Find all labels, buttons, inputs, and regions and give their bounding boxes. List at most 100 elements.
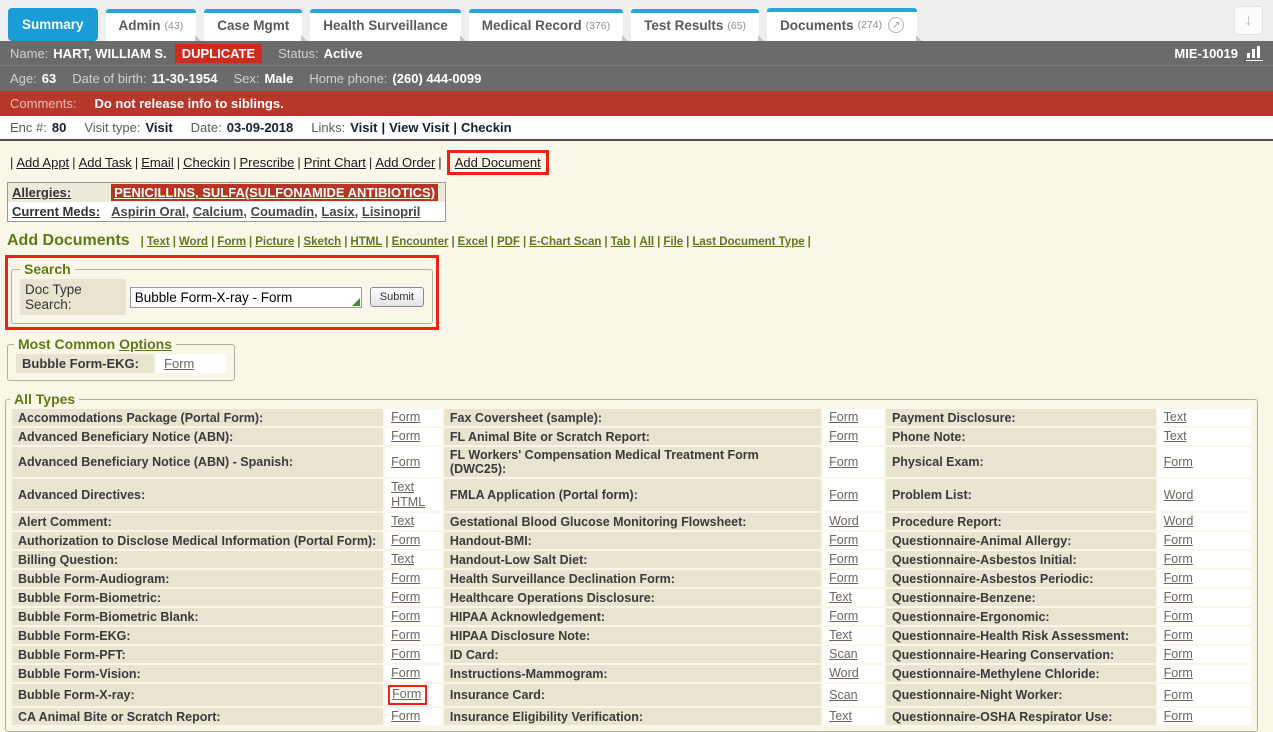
action-link-add-appt[interactable]: Add Appt	[16, 155, 69, 170]
doc-link-instructions-mammogram-word[interactable]: Word	[829, 666, 859, 680]
flowchart-link[interactable]	[1246, 45, 1263, 61]
med-link-lisinopril[interactable]: Lisinopril	[362, 204, 421, 219]
options-link[interactable]: Options	[119, 336, 172, 352]
action-link-add-document[interactable]: Add Document	[455, 155, 541, 170]
doc-link-bubble-form-pft-form[interactable]: Form	[391, 647, 420, 661]
doc-link-bubble-form-biometric-blank-form[interactable]: Form	[391, 609, 420, 623]
med-link-aspirin-oral[interactable]: Aspirin Oral	[111, 204, 185, 219]
new-doc-link-last-document-type[interactable]: Last Document Type	[692, 236, 804, 248]
doc-type-links: Form	[1158, 627, 1251, 644]
new-doc-link-pdf[interactable]: PDF	[497, 236, 520, 248]
doc-link-id-card-scan[interactable]: Scan	[829, 647, 858, 661]
allergy-list-link[interactable]: PENICILLINS, SULFA(SULFONAMIDE ANTIBIOTI…	[111, 184, 438, 201]
tab-admin[interactable]: Admin(43)	[106, 9, 197, 41]
doc-link-bubble-form-ekg-form[interactable]: Form	[391, 628, 420, 642]
doc-link-alert-comment-text[interactable]: Text	[391, 514, 414, 528]
doc-link-insurance-eligibility-verification-text[interactable]: Text	[829, 709, 852, 723]
doc-type-search-input[interactable]	[130, 287, 362, 308]
doc-link-fl-animal-bite-or-scratch-report-form[interactable]: Form	[829, 429, 858, 443]
new-doc-link-picture[interactable]: Picture	[255, 236, 294, 248]
doc-link-insurance-card-scan[interactable]: Scan	[829, 688, 858, 702]
doc-link-advanced-beneficiary-notice-abn-form[interactable]: Form	[391, 429, 420, 443]
new-doc-link-file[interactable]: File	[663, 236, 683, 248]
new-doc-link-tab[interactable]: Tab	[611, 236, 631, 248]
enc-link-visit[interactable]: Visit	[350, 120, 377, 135]
tab-medical-record[interactable]: Medical Record(376)	[469, 9, 623, 41]
scroll-down-button[interactable]: ↓	[1234, 6, 1263, 35]
new-doc-link-e-chart-scan[interactable]: E-Chart Scan	[529, 236, 601, 248]
doc-link-accommodations-package-portal-form-form[interactable]: Form	[391, 410, 420, 424]
doc-link-problem-list-word[interactable]: Word	[1164, 488, 1194, 502]
new-doc-link-word[interactable]: Word	[179, 236, 208, 248]
new-doc-link-form[interactable]: Form	[217, 236, 246, 248]
enc-link-view-visit[interactable]: View Visit	[389, 120, 449, 135]
tab-test-results[interactable]: Test Results(65)	[631, 9, 759, 41]
action-link-email[interactable]: Email	[141, 155, 174, 170]
action-link-add-order[interactable]: Add Order	[375, 155, 435, 170]
action-link-print-chart[interactable]: Print Chart	[304, 155, 366, 170]
open-in-new-icon[interactable]: ↗	[888, 17, 904, 33]
tab-case-mgmt[interactable]: Case Mgmt	[204, 9, 302, 41]
doc-link-healthcare-operations-disclosure-text[interactable]: Text	[829, 590, 852, 604]
doc-link-physical-exam-form[interactable]: Form	[1164, 455, 1193, 469]
allergies-link[interactable]: Allergies:	[12, 185, 71, 200]
doc-link-questionnaire-night-worker-form[interactable]: Form	[1164, 688, 1193, 702]
new-doc-link-sketch[interactable]: Sketch	[303, 236, 341, 248]
doc-link-questionnaire-animal-allergy-form[interactable]: Form	[1164, 533, 1193, 547]
tab-health-surveillance[interactable]: Health Surveillance	[310, 9, 461, 41]
med-link-coumadin[interactable]: Coumadin	[251, 204, 315, 219]
doc-type-links: Form	[385, 428, 442, 445]
doc-link-advanced-directives-text[interactable]: Text	[391, 480, 414, 494]
action-link-checkin[interactable]: Checkin	[183, 155, 230, 170]
doc-link-questionnaire-ergonomic-form[interactable]: Form	[1164, 609, 1193, 623]
doc-link-questionnaire-asbestos-periodic-form[interactable]: Form	[1164, 571, 1193, 585]
doc-link-fax-coversheet-sample-form[interactable]: Form	[829, 410, 858, 424]
doc-link-fmla-application-portal-form-form[interactable]: Form	[829, 488, 858, 502]
doc-link-handout-low-salt-diet-form[interactable]: Form	[829, 552, 858, 566]
doc-link-questionnaire-asbestos-initial-form[interactable]: Form	[1164, 552, 1193, 566]
doc-link-questionnaire-hearing-conservation-form[interactable]: Form	[1164, 647, 1193, 661]
doc-link-bubble-form-x-ray-form[interactable]: Form	[392, 687, 421, 701]
doc-link-procedure-report-word[interactable]: Word	[1164, 514, 1194, 528]
enc-number: 80	[52, 120, 66, 135]
doc-link-payment-disclosure-text[interactable]: Text	[1164, 410, 1187, 424]
doc-link-phone-note-text[interactable]: Text	[1164, 429, 1187, 443]
doc-link-hipaa-disclosure-note-text[interactable]: Text	[829, 628, 852, 642]
doc-link-advanced-directives-html[interactable]: HTML	[391, 495, 425, 509]
doc-link-questionnaire-benzene-form[interactable]: Form	[1164, 590, 1193, 604]
doc-link-hipaa-acknowledgement-form[interactable]: Form	[829, 609, 858, 623]
new-doc-link-html[interactable]: HTML	[350, 236, 382, 248]
doc-type-links: Form	[385, 627, 442, 644]
doc-type-links: Form	[385, 589, 442, 606]
doc-link-questionnaire-health-risk-assessment-form[interactable]: Form	[1164, 628, 1193, 642]
med-link-calcium[interactable]: Calcium	[193, 204, 244, 219]
doc-link-handout-bmi-form[interactable]: Form	[829, 533, 858, 547]
doc-link-fl-workers-compensation-medical-treatment-form-dwc25-form[interactable]: Form	[829, 455, 858, 469]
current-meds-link[interactable]: Current Meds:	[12, 204, 100, 219]
tab-summary[interactable]: Summary	[8, 8, 98, 41]
enc-link-checkin[interactable]: Checkin	[461, 120, 512, 135]
submit-button[interactable]: Submit	[370, 287, 424, 307]
doc-link-bubble-form-vision-form[interactable]: Form	[391, 666, 420, 680]
doc-link-bubble-form-biometric-form[interactable]: Form	[391, 590, 420, 604]
doc-link-authorization-to-disclose-medical-information-portal-form-form[interactable]: Form	[391, 533, 420, 547]
doc-link-questionnaire-osha-respirator-use-form[interactable]: Form	[1164, 709, 1193, 723]
doc-link-questionnaire-methylene-chloride-form[interactable]: Form	[1164, 666, 1193, 680]
doc-type-links: Form	[823, 409, 884, 426]
med-link-lasix[interactable]: Lasix	[321, 204, 354, 219]
doc-link-gestational-blood-glucose-monitoring-flowsheet-word[interactable]: Word	[829, 514, 859, 528]
doc-link-ca-animal-bite-or-scratch-report-form[interactable]: Form	[391, 709, 420, 723]
action-link-add-task[interactable]: Add Task	[79, 155, 132, 170]
new-doc-link-encounter[interactable]: Encounter	[392, 236, 449, 248]
doc-link-health-surveillance-declination-form-form[interactable]: Form	[829, 571, 858, 585]
doc-link-billing-question-text[interactable]: Text	[391, 552, 414, 566]
tab-documents[interactable]: Documents(274)↗	[767, 8, 917, 41]
new-doc-link-text[interactable]: Text	[147, 236, 170, 248]
doc-link-advanced-beneficiary-notice-abn-spanish-form[interactable]: Form	[391, 455, 420, 469]
tab-label: Test Results	[644, 18, 723, 33]
doc-link-bubble-form-audiogram-form[interactable]: Form	[391, 571, 420, 585]
new-doc-link-excel[interactable]: Excel	[458, 236, 488, 248]
doc-link-bubble-form-ekg-form[interactable]: Form	[164, 356, 194, 371]
action-link-prescribe[interactable]: Prescribe	[239, 155, 294, 170]
new-doc-link-all[interactable]: All	[639, 236, 654, 248]
